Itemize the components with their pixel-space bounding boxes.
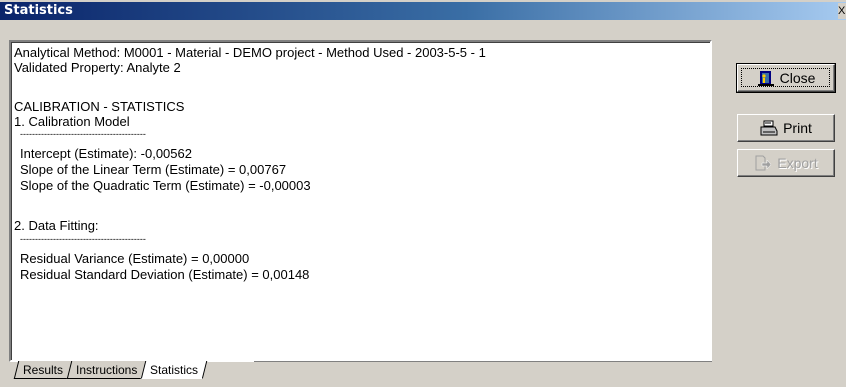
validated-property-line: Validated Property: Analyte 2 <box>14 60 181 75</box>
title-bar[interactable]: Statistics X <box>0 2 846 20</box>
intercept-line: Intercept (Estimate): -0,00562 <box>20 146 192 161</box>
statistics-report-panel[interactable]: Analytical Method: M0001 - Material - DE… <box>9 40 712 362</box>
print-button[interactable]: Print <box>737 114 835 142</box>
close-button[interactable]: Close <box>736 63 836 93</box>
separator-line: ----------------------------------------… <box>20 129 146 139</box>
separator-line: ----------------------------------------… <box>20 234 146 244</box>
residual-std-dev-line: Residual Standard Deviation (Estimate) =… <box>20 267 310 282</box>
export-icon <box>755 155 772 171</box>
quadratic-slope-line: Slope of the Quadratic Term (Estimate) =… <box>20 178 311 193</box>
data-fitting-heading: 2. Data Fitting: <box>14 218 99 233</box>
tab-statistics[interactable]: Statistics <box>141 361 208 379</box>
linear-slope-line: Slope of the Linear Term (Estimate) = 0,… <box>20 162 287 177</box>
tab-strip: Results Instructions Statistics <box>13 361 208 381</box>
window-title: Statistics <box>4 3 73 18</box>
export-button-label: Export <box>777 155 818 171</box>
tab-results[interactable]: Results <box>13 361 72 379</box>
calibration-model-heading: 1. Calibration Model <box>14 114 130 129</box>
section-heading: CALIBRATION - STATISTICS <box>14 99 185 114</box>
method-line: Analytical Method: M0001 - Material - DE… <box>14 45 486 60</box>
export-button[interactable]: Export <box>737 149 835 177</box>
printer-icon <box>760 120 778 136</box>
tab-strip-baseline <box>254 361 712 362</box>
residual-variance-line: Residual Variance (Estimate) = 0,00000 <box>20 251 250 266</box>
window-close-icon[interactable]: X <box>838 3 846 19</box>
print-button-label: Print <box>783 120 812 136</box>
tab-instructions[interactable]: Instructions <box>66 361 146 379</box>
